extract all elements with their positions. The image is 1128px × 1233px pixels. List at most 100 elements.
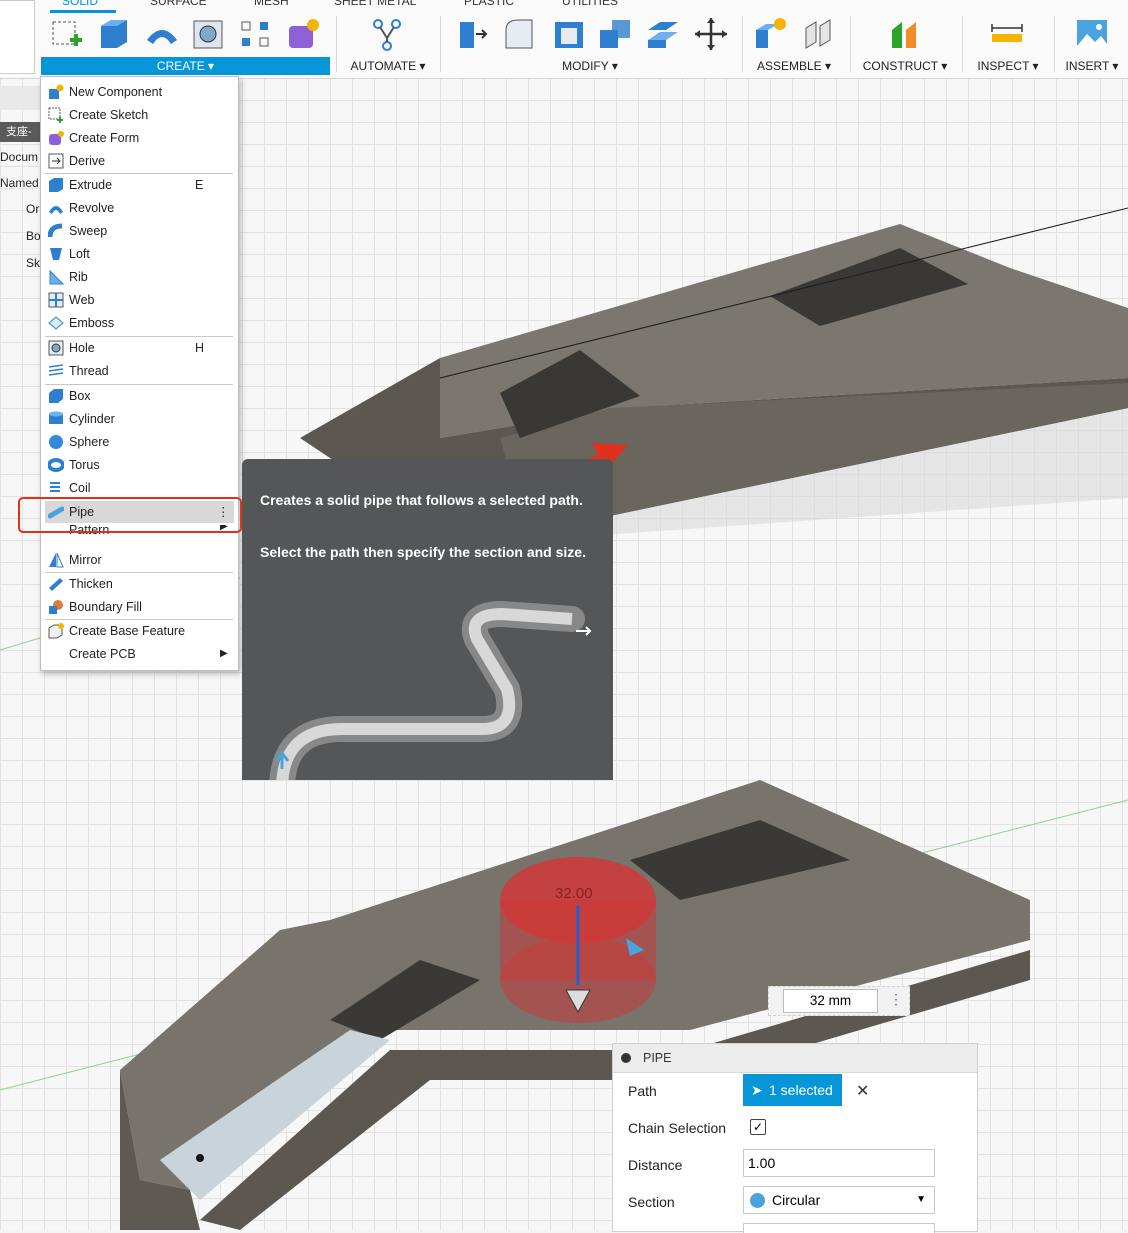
pipe-illustration [269, 600, 592, 780]
menu-item-boundary-fill[interactable]: Boundary Fill [45, 596, 234, 618]
separator [1054, 16, 1055, 72]
menu-item-torus[interactable]: Torus [45, 454, 234, 476]
menu-item-emboss[interactable]: Emboss [45, 312, 234, 334]
boundary-fill-icon [48, 599, 64, 615]
menu-item-derive[interactable]: Derive [45, 150, 234, 172]
automate-icon[interactable] [370, 16, 404, 52]
revolve-icon [48, 200, 64, 216]
menu-item-rib[interactable]: Rib [45, 266, 234, 288]
dropdown-arrow-icon: ▼ [916, 1194, 926, 1205]
tab-mesh[interactable]: MESH [254, 0, 289, 8]
tab-sheet-metal[interactable]: SHEET METAL [334, 0, 416, 8]
separator [440, 16, 441, 72]
measure-icon[interactable] [990, 16, 1024, 52]
base-feature-icon [48, 623, 64, 639]
menu-item-new-component[interactable]: New Component [45, 81, 234, 103]
hole-icon[interactable] [191, 16, 225, 52]
toolbar: SOLID SURFACE MESH SHEET METAL PLASTIC U… [0, 0, 1128, 79]
clear-selection-icon[interactable]: ✕ [856, 1081, 869, 1101]
next-field [743, 1223, 935, 1233]
menu-item-mirror[interactable]: Mirror [45, 549, 234, 571]
distance-input[interactable]: 1.00 [743, 1149, 935, 1177]
create-form-icon [48, 130, 64, 146]
separator [962, 16, 963, 72]
new-component-icon [48, 84, 64, 100]
menu-item-loft[interactable]: Loft [45, 243, 234, 265]
path-select-button[interactable]: ➤ 1 selected [743, 1074, 842, 1106]
tooltip-instruction: Select the path then specify the section… [260, 544, 586, 560]
browser-row-named[interactable]: Named [0, 176, 39, 190]
menu-item-web[interactable]: Web [45, 289, 234, 311]
menu-item-extrude[interactable]: Extrude E [45, 174, 234, 196]
inspect-menu-button[interactable]: INSPECT ▾ [972, 59, 1044, 73]
menu-item-sweep[interactable]: Sweep [45, 220, 234, 242]
extrude-icon[interactable] [97, 16, 131, 52]
menu-item-create-sketch[interactable]: Create Sketch [45, 104, 234, 126]
menu-item-thread[interactable]: Thread [45, 360, 234, 382]
combine-icon[interactable] [598, 16, 632, 52]
path-label: Path [628, 1083, 657, 1099]
menu-item-sphere[interactable]: Sphere [45, 431, 234, 453]
automate-menu-button[interactable]: AUTOMATE ▾ [346, 59, 430, 73]
thread-icon [48, 363, 64, 379]
insert-menu-button[interactable]: INSERT ▾ [1060, 59, 1124, 73]
tab-plastic[interactable]: PLASTIC [464, 0, 514, 8]
browser-row-bodies[interactable]: Bo [26, 229, 41, 243]
joint-icon[interactable] [802, 16, 836, 52]
menu-item-cylinder[interactable]: Cylinder [45, 408, 234, 430]
browser-row-sketches[interactable]: Sk [26, 256, 40, 270]
circle-icon [750, 1193, 765, 1208]
menu-item-thicken[interactable]: Thicken [45, 573, 234, 595]
menu-item-box[interactable]: Box [45, 385, 234, 407]
browser-row-document[interactable]: Docum [0, 150, 38, 164]
move-icon[interactable] [694, 16, 728, 52]
modify-menu-button[interactable]: MODIFY ▾ [540, 59, 640, 73]
cursor-icon: ➤ [751, 1082, 763, 1098]
tab-utilities[interactable]: UTILITIES [562, 0, 618, 8]
create-sketch-icon [48, 107, 64, 123]
new-component-icon[interactable] [754, 16, 788, 52]
offset-face-icon[interactable] [646, 16, 680, 52]
revolve-icon[interactable] [145, 16, 179, 52]
pipe-dialog-header[interactable]: PIPE [613, 1044, 977, 1073]
more-options-icon[interactable]: ⋮ [889, 991, 903, 1008]
press-pull-icon[interactable] [456, 16, 490, 52]
dimension-input[interactable]: 32 mm [783, 989, 878, 1013]
separator [742, 16, 743, 72]
tab-solid[interactable]: SOLID [62, 0, 98, 8]
create-menu-button[interactable]: CREATE ▾ [41, 57, 330, 75]
sphere-icon [48, 434, 64, 450]
pipe-tooltip: Creates a solid pipe that follows a sele… [242, 459, 613, 780]
create-form-icon[interactable] [286, 16, 320, 52]
section-dropdown[interactable]: Circular ▼ [743, 1186, 935, 1214]
shell-icon[interactable] [552, 16, 586, 52]
menu-item-coil[interactable]: Coil [45, 477, 234, 499]
create-sketch-icon[interactable] [50, 16, 84, 52]
browser-toolbar [0, 86, 42, 110]
tooltip-description: Creates a solid pipe that follows a sele… [260, 492, 583, 508]
assemble-menu-button[interactable]: ASSEMBLE ▾ [754, 59, 834, 73]
extrude-icon [48, 177, 64, 193]
web-icon [48, 292, 64, 308]
pattern-icon[interactable] [238, 16, 272, 52]
tab-surface[interactable]: SURFACE [150, 0, 207, 8]
construct-menu-button[interactable]: CONSTRUCT ▾ [860, 59, 950, 73]
menu-item-hole[interactable]: Hole H [45, 337, 234, 359]
menu-item-create-form[interactable]: Create Form [45, 127, 234, 149]
section-label: Section [628, 1194, 675, 1210]
menu-item-create-base-feature[interactable]: Create Base Feature [45, 620, 234, 642]
menu-item-create-pcb[interactable]: Create PCB ▶ [45, 643, 234, 665]
thicken-icon [48, 576, 64, 592]
cylinder-icon [48, 411, 64, 427]
browser-row-origin[interactable]: Or [26, 202, 39, 216]
collapse-icon[interactable] [621, 1053, 631, 1063]
loft-icon [48, 246, 64, 262]
coil-icon [48, 480, 64, 496]
chain-selection-checkbox[interactable]: ✓ [750, 1119, 766, 1135]
separator [336, 16, 337, 72]
rib-icon [48, 269, 65, 285]
menu-item-revolve[interactable]: Revolve [45, 197, 234, 219]
insert-image-icon[interactable] [1075, 16, 1109, 52]
fillet-icon[interactable] [502, 16, 536, 52]
offset-plane-icon[interactable] [888, 16, 922, 52]
